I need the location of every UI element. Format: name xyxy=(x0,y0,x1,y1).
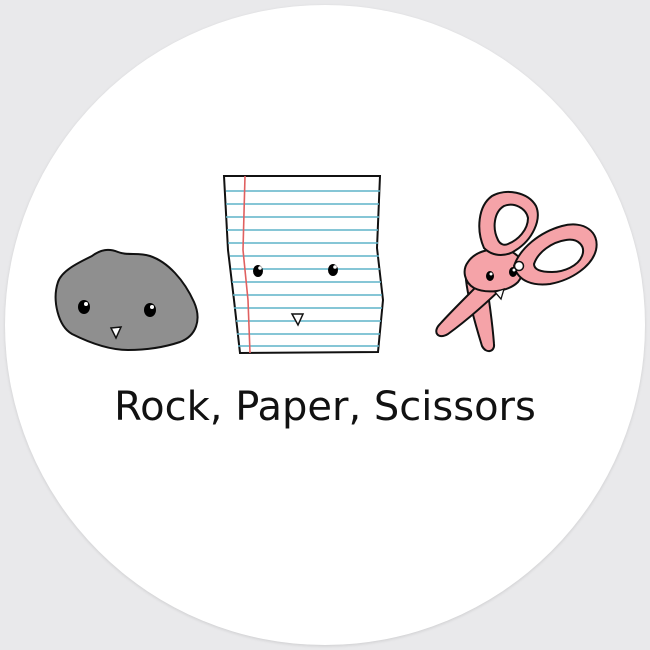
rock-face-icon xyxy=(54,248,199,352)
paper-face-icon xyxy=(222,175,385,355)
sticker-caption: Rock, Paper, Scissors xyxy=(114,384,536,430)
scissors-eye-left xyxy=(486,271,494,281)
scissors-pivot xyxy=(513,260,525,272)
paper-sheet xyxy=(222,175,385,355)
scissors-face-icon xyxy=(435,190,598,352)
sticker-artwork xyxy=(54,175,598,355)
rock-eye-right xyxy=(144,303,156,317)
paper-eye-left xyxy=(253,265,263,277)
rock-body xyxy=(54,248,199,352)
rock-eye-left xyxy=(78,300,90,314)
paper-eye-right xyxy=(328,264,338,276)
